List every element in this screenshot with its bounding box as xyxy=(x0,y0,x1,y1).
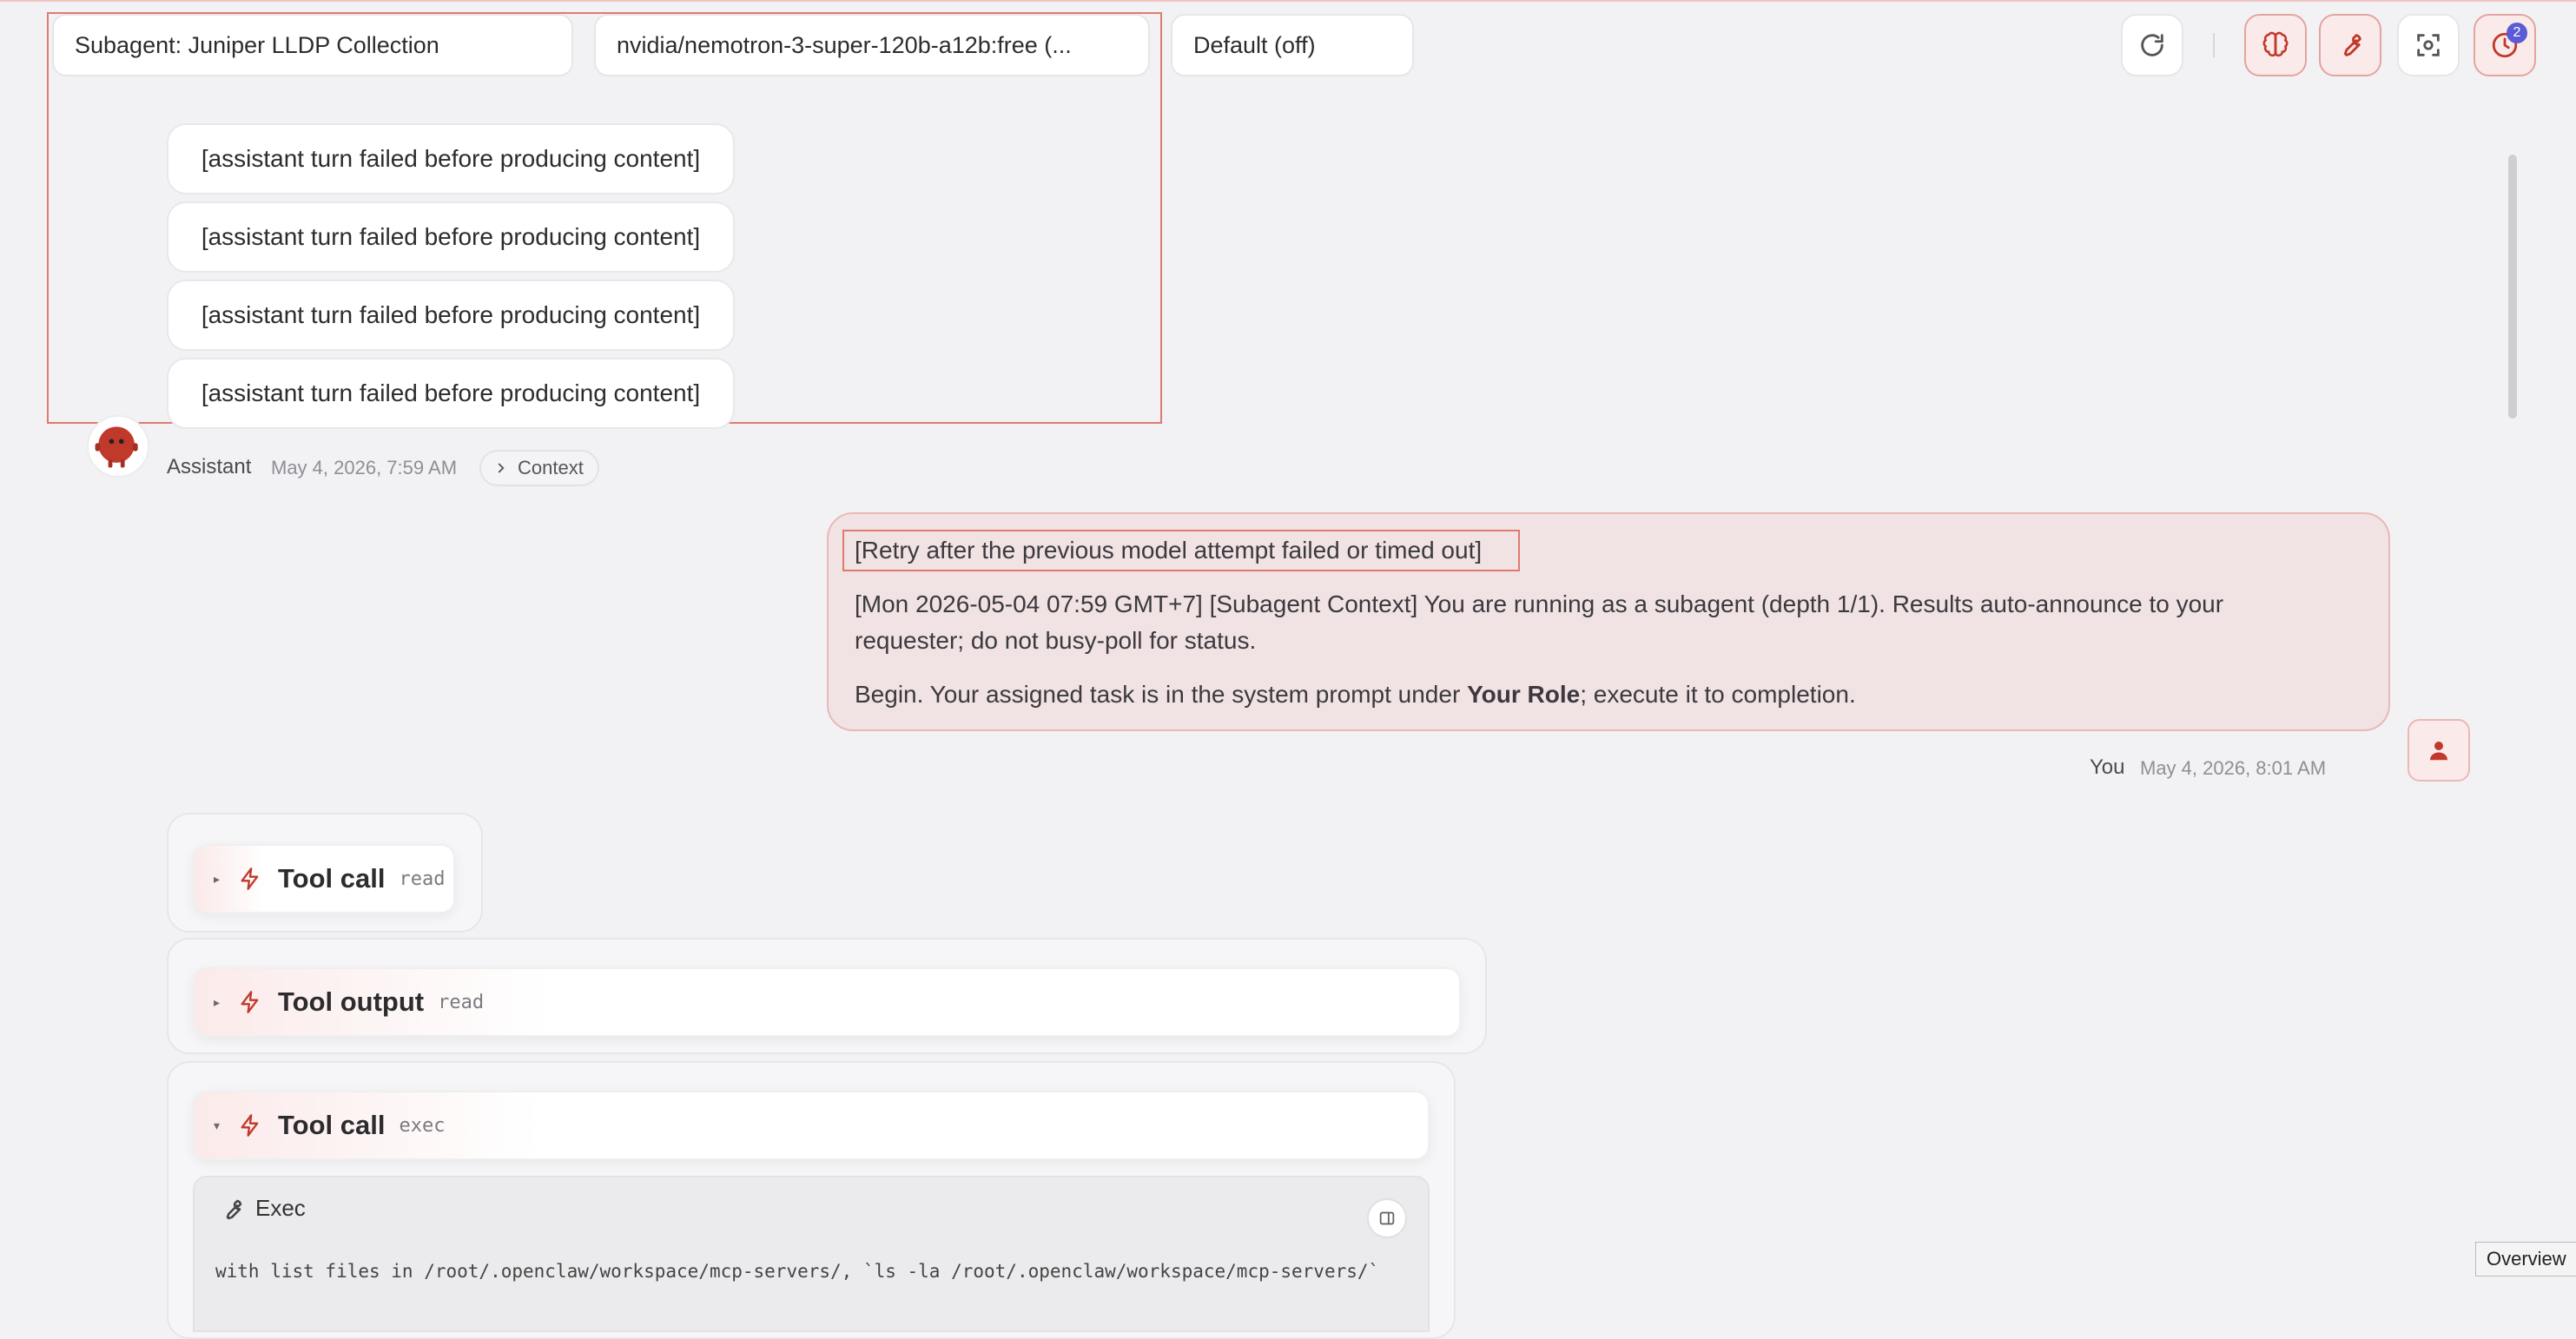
failed-turn-bubble: [assistant turn failed before producing … xyxy=(167,358,735,429)
tools-toggle-button[interactable] xyxy=(2319,14,2381,76)
brain-icon xyxy=(2262,31,2289,57)
user-avatar xyxy=(2408,719,2470,782)
toolbar-separator xyxy=(2213,33,2215,57)
assistant-name: Assistant xyxy=(167,455,252,478)
tool-title: Tool output xyxy=(278,986,425,1017)
lightning-icon xyxy=(241,991,259,1013)
failed-turn-bubble: [assistant turn failed before producing … xyxy=(167,123,735,195)
failed-turn-bubble: [assistant turn failed before producing … xyxy=(167,201,735,273)
top-accent-line xyxy=(0,0,2576,2)
user-message-line: Begin. Your assigned task is in the syst… xyxy=(855,681,1856,709)
lightning-icon xyxy=(241,867,259,890)
tool-tag: read xyxy=(399,867,446,890)
user-message-line: requester; do not busy-poll for status. xyxy=(855,627,1257,654)
caret-down-icon: ▾ xyxy=(214,1118,221,1132)
focus-icon xyxy=(2417,34,2440,56)
caret-icon: ▸ xyxy=(214,871,221,886)
panel-icon xyxy=(1379,1211,1395,1225)
history-count-badge: 2 xyxy=(2507,23,2527,43)
exec-command: with list files in /root/.openclaw/works… xyxy=(215,1261,1380,1282)
context-label: Context xyxy=(518,457,584,478)
overview-tooltip: Overview xyxy=(2475,1242,2576,1276)
tool-title: Tool call xyxy=(278,863,386,894)
refresh-icon xyxy=(2141,34,2163,56)
model-select[interactable]: nvidia/nemotron-3-super-120b-a12b:free (… xyxy=(594,14,1150,76)
user-message-bold: Your Role xyxy=(1467,681,1581,708)
refresh-button[interactable] xyxy=(2121,14,2183,76)
scrollbar-thumb[interactable] xyxy=(2508,155,2517,419)
tool-output-header[interactable]: ▸ Tool output read xyxy=(193,967,1461,1037)
focus-mode-button[interactable] xyxy=(2397,14,2460,76)
tool-call-header[interactable]: ▾ Tool call exec xyxy=(193,1091,1430,1160)
user-message-text: Begin. Your assigned task is in the syst… xyxy=(855,681,1468,708)
tool-tag: read xyxy=(438,991,485,1013)
thinking-toggle-button[interactable] xyxy=(2244,14,2307,76)
tool-title: Tool call xyxy=(278,1110,386,1140)
user-message-line: [Mon 2026-05-04 07:59 GMT+7] [Subagent C… xyxy=(855,590,2224,617)
user-name: You xyxy=(2090,755,2125,779)
context-toggle[interactable]: Context xyxy=(479,450,599,486)
tool-call-header[interactable]: ▸ Tool call read xyxy=(193,844,455,914)
wrench-icon xyxy=(2343,34,2361,56)
retry-line: [Retry after the previous model attempt … xyxy=(855,537,1483,564)
chevron-right-icon xyxy=(498,463,505,473)
caret-icon: ▸ xyxy=(214,994,221,1009)
exec-panel: Exec with list files in /root/.openclaw/… xyxy=(193,1176,1430,1332)
lightning-icon xyxy=(241,1114,259,1137)
mascot-icon xyxy=(95,426,138,468)
wrench-icon xyxy=(226,1199,242,1220)
history-button[interactable]: 2 xyxy=(2474,14,2536,76)
user-message-bubble: [Retry after the previous model attempt … xyxy=(827,512,2390,731)
expand-button[interactable] xyxy=(1367,1198,1407,1238)
thinking-select[interactable]: Default (off) xyxy=(1171,14,1414,76)
agent-select[interactable]: Subagent: Juniper LLDP Collection xyxy=(52,14,573,76)
user-timestamp: May 4, 2026, 8:01 AM xyxy=(2140,757,2327,779)
assistant-avatar xyxy=(87,415,149,478)
failed-turn-bubble: [assistant turn failed before producing … xyxy=(167,280,735,351)
exec-title: Exec xyxy=(255,1195,306,1221)
person-icon xyxy=(2430,742,2447,761)
user-message-text: ; execute it to completion. xyxy=(1580,681,1856,708)
assistant-timestamp: May 4, 2026, 7:59 AM xyxy=(271,457,458,478)
tool-tag: exec xyxy=(399,1114,446,1137)
